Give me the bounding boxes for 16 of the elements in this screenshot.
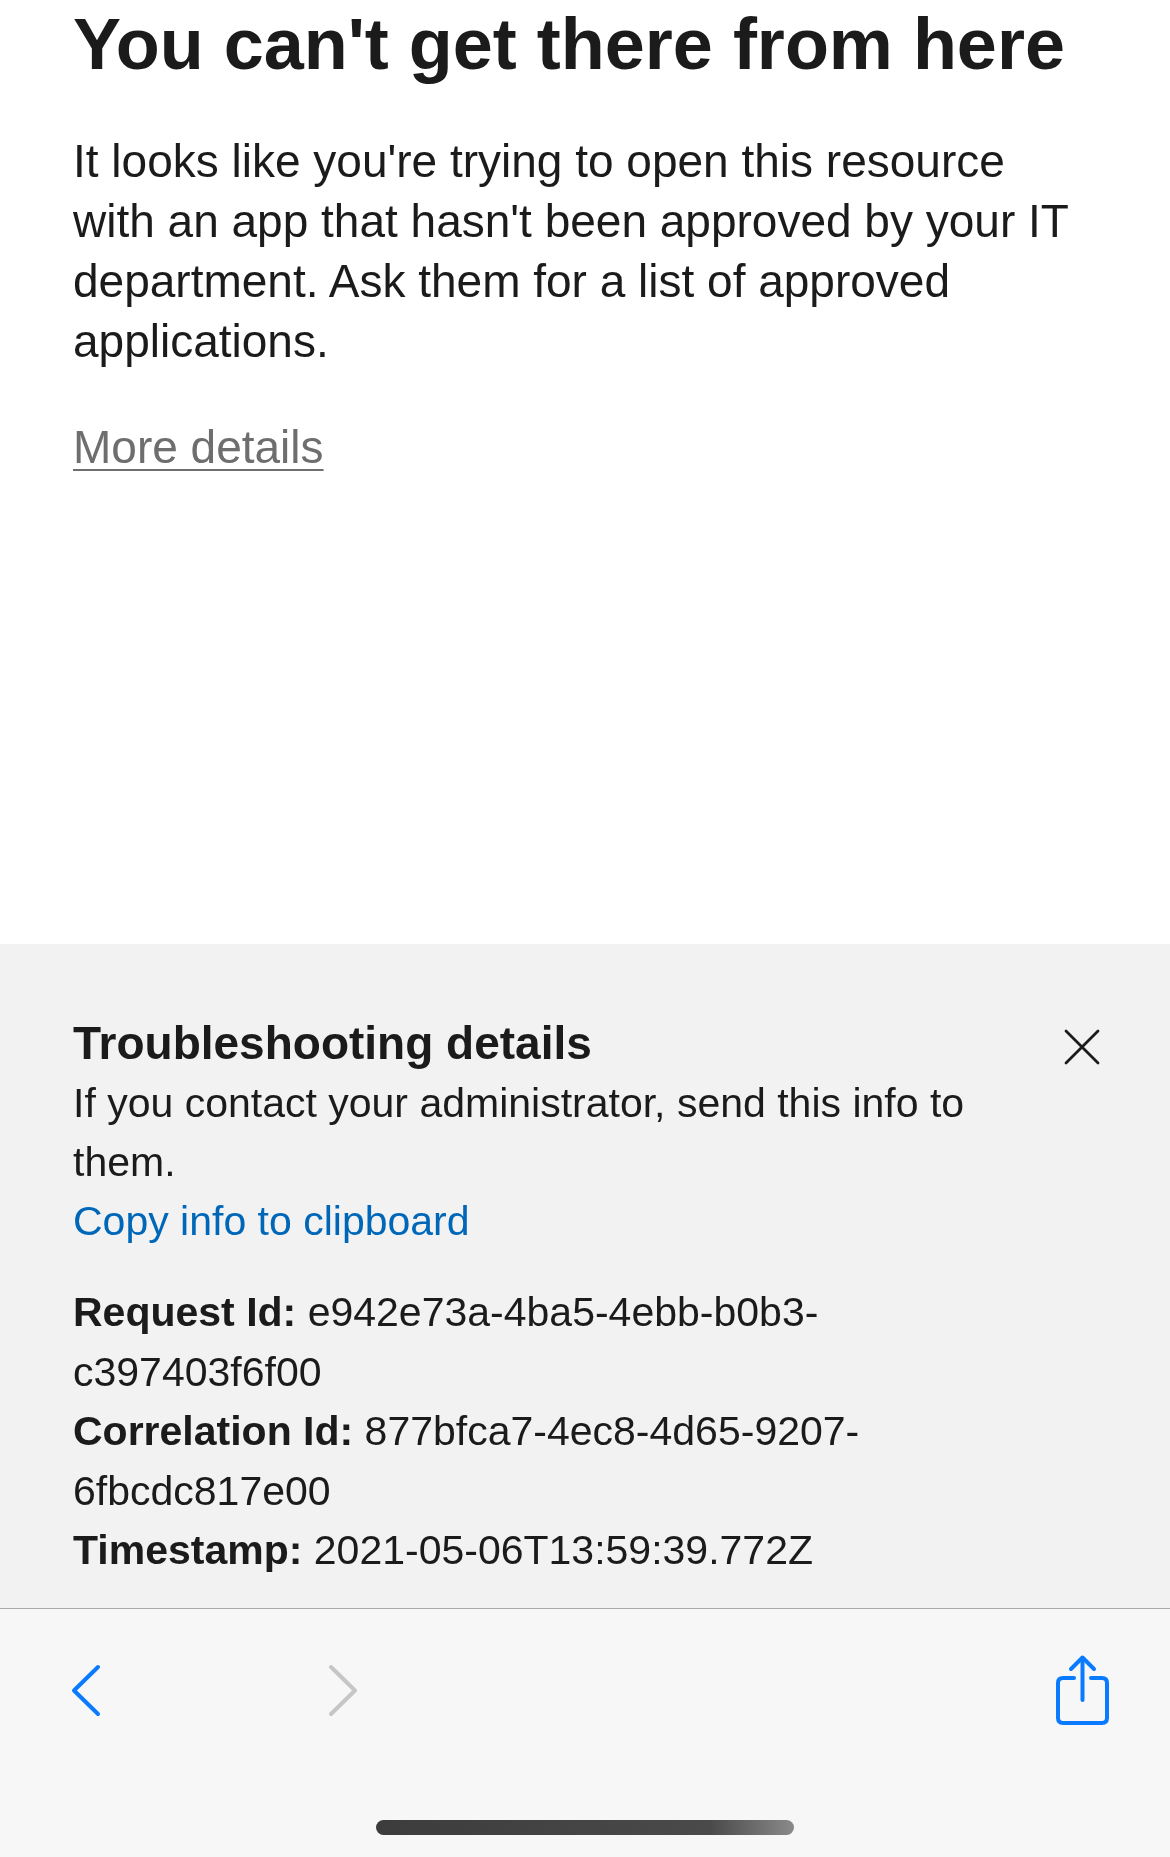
detail-line: Timestamp: 2021-05-06T13:59:39.772Z: [73, 1526, 814, 1575]
copy-to-clipboard-link[interactable]: Copy info to clipboard: [73, 1192, 470, 1251]
forward-icon: [328, 1663, 358, 1717]
share-icon: [1055, 1654, 1110, 1726]
detail-line: Correlation Id: 877bfca7-4ec8-4d65-9207-6fbcdc817e00: [73, 1407, 861, 1516]
close-icon: [1064, 1029, 1100, 1065]
page-title: You can't get there from here: [73, 3, 1066, 86]
more-details-link[interactable]: More details: [73, 417, 324, 477]
troubleshooting-title: Troubleshooting details: [73, 1016, 592, 1071]
error-message: It looks like you're trying to open this resource with an app that hasn't been approved by your IT department. Ask them for a list of approved applications.: [73, 134, 1070, 369]
detail-line: Request Id: e942e73a-4ba5-4ebb-b0b3-c397403f6f00: [73, 1288, 820, 1397]
close-button[interactable]: [1064, 1029, 1100, 1065]
back-icon: [71, 1663, 101, 1717]
troubleshooting-description: If you contact your administrator, send this info to them.: [73, 1079, 966, 1187]
share-button[interactable]: [1055, 1654, 1110, 1726]
back-button[interactable]: [71, 1663, 101, 1717]
